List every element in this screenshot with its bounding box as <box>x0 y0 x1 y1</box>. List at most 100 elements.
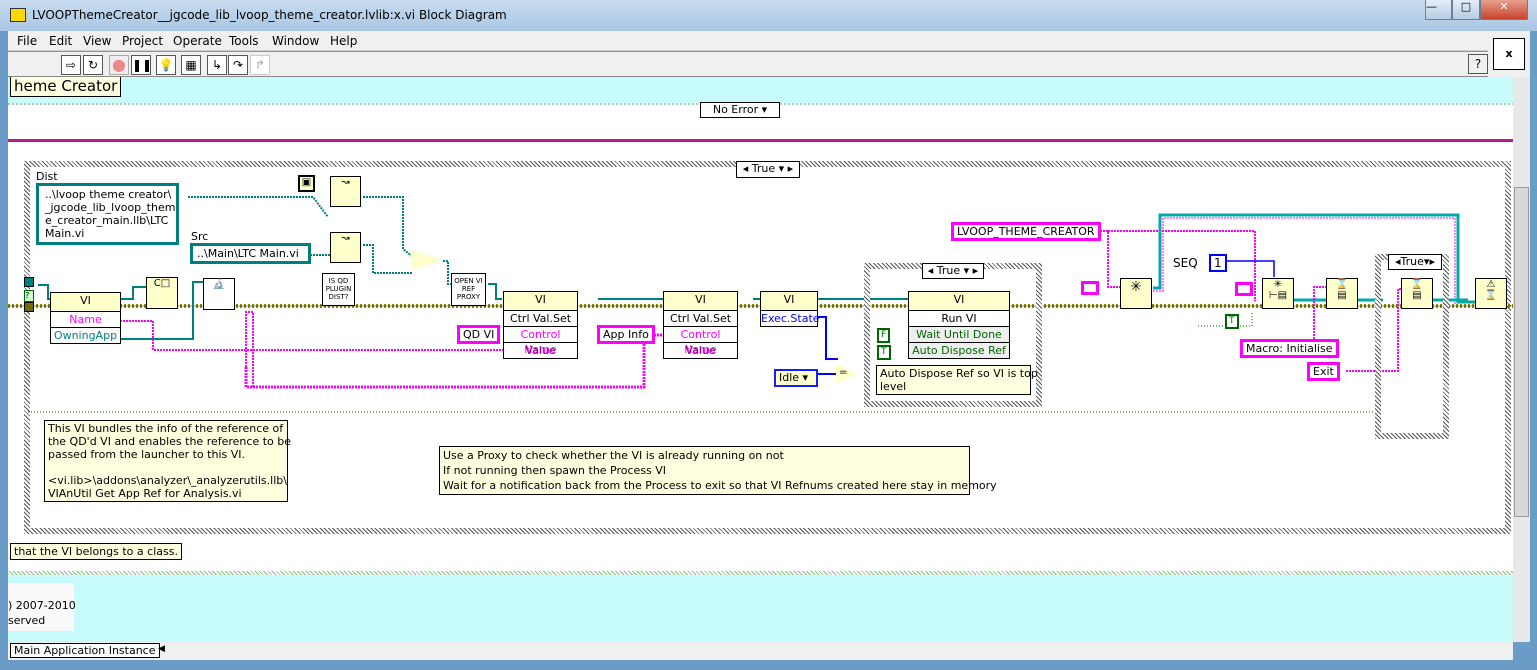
wires <box>8 196 1513 413</box>
empty-string-constant[interactable] <box>1081 281 1099 295</box>
enqueue-element-icon[interactable]: ⌛ ▤ <box>1401 278 1433 309</box>
exec-state-wire <box>818 316 838 360</box>
run-continuously-icon[interactable]: ↻ <box>83 55 103 75</box>
comment-class: that the VI belongs to a class. <box>10 543 182 560</box>
method-label: Run VI <box>909 310 1009 326</box>
scroll-left-icon[interactable]: ◀ <box>158 644 165 654</box>
case-selector-terminal: ? <box>24 290 34 302</box>
method-label: Ctrl Val.Set <box>664 310 737 326</box>
title-bar: LVOOPThemeCreator__jgcode_lib_lvoop_them… <box>0 0 1537 31</box>
menu-help[interactable]: Help <box>330 34 357 48</box>
dist-path-constant[interactable]: ..\lvoop theme creator\ _jgcode_lib_lvoo… <box>36 183 179 245</box>
step-into-icon[interactable]: ↳ <box>207 55 227 75</box>
maximize-button[interactable]: □ <box>1452 0 1480 20</box>
abort-icon[interactable]: ⬤ <box>109 55 129 75</box>
ref-tunnel <box>24 277 34 287</box>
true-constant[interactable]: T <box>1225 314 1239 329</box>
enqueue-element-icon[interactable]: ⌛ ▤ <box>1326 278 1358 309</box>
menu-project[interactable]: Project <box>122 34 163 48</box>
param-auto-dispose-ref: Auto Dispose Ref <box>909 342 1009 358</box>
minimize-button[interactable]: — <box>1425 0 1452 20</box>
method-label: Ctrl Val.Set <box>504 310 577 326</box>
class-label: VI <box>51 293 120 311</box>
case-label: True <box>1400 255 1424 268</box>
ctrl-val-set-invoke-node-1[interactable]: VI Ctrl Val.Set Control Name Value <box>503 291 578 359</box>
param-control-name: Control Name <box>664 326 737 356</box>
menu-tools[interactable]: Tools <box>229 34 259 48</box>
property-owningapp: OwningApp <box>51 327 120 343</box>
build-path-icon[interactable]: ↝ <box>330 176 361 207</box>
true-constant[interactable]: T <box>877 345 891 360</box>
application-instance[interactable]: Main Application Instance <box>10 643 160 658</box>
vertical-scrollbar[interactable] <box>1513 77 1530 642</box>
param-value: Value <box>664 342 737 358</box>
wait-on-notification-icon[interactable]: ⚠ ⌛ <box>1475 278 1507 309</box>
error-tunnel <box>24 302 34 312</box>
property-name: Name <box>51 311 120 327</box>
dist-label: Dist <box>36 170 58 183</box>
exec-state-property-node[interactable]: VI Exec.State <box>760 291 820 327</box>
macro-initialise-constant[interactable]: Macro: Initialise <box>1240 339 1339 358</box>
vi-icon-pane: x <box>1488 31 1530 77</box>
idle-enum-constant[interactable]: Idle ▾ <box>774 369 818 387</box>
run-vi-invoke-node[interactable]: VI Run VI Wait Until Done Auto Dispose R… <box>908 291 1010 359</box>
src-label: Src <box>191 230 209 243</box>
case-label: True <box>936 264 961 277</box>
close-button[interactable]: ✕ <box>1480 0 1528 20</box>
exit-string-constant[interactable]: Exit <box>1307 362 1340 381</box>
name-string-wire <box>120 320 503 351</box>
pause-icon[interactable]: ❚❚ <box>131 55 152 75</box>
build-path-icon[interactable]: ↝ <box>330 232 361 263</box>
obtain-notifier-icon[interactable]: ✳ <box>1120 278 1152 309</box>
is-qd-plugin-dist-subvi[interactable]: IS QD PLUGIN DIST? <box>322 273 355 306</box>
comment-proxy: Use a Proxy to check whether the VI is a… <box>439 446 997 495</box>
run-icon[interactable]: ⇨ <box>61 55 81 75</box>
cyan-frame-bottom <box>8 575 1513 642</box>
menu-edit[interactable]: Edit <box>49 34 72 48</box>
status-bar: Main Application Instance ◀ <box>8 642 1513 660</box>
ctrl-val-set-invoke-node-2[interactable]: VI Ctrl Val.Set Control Name Value <box>663 291 738 359</box>
src-path-constant[interactable]: ..\Main\LTC Main.vi <box>190 243 311 264</box>
vi-property-node[interactable]: VI Name OwningApp <box>50 292 121 344</box>
current-vi-path-icon: ▣ <box>298 175 315 192</box>
queue-name-constant[interactable]: LVOOP_THEME_CREATOR <box>951 222 1101 241</box>
right-case-selector[interactable]: ◂True▾▸ <box>1388 254 1442 270</box>
step-out-icon[interactable]: ↱ <box>250 55 270 75</box>
scroll-thumb[interactable] <box>1514 187 1529 517</box>
param-value: Value <box>504 342 577 358</box>
menu-bar: File Edit View Project Operate Tools Win… <box>8 31 1488 51</box>
labview-vi-icon <box>10 8 26 22</box>
seq-label: SEQ <box>1173 256 1198 270</box>
class-label: VI <box>909 292 1009 310</box>
obtain-queue-icon[interactable]: ✳ ⊢▤ <box>1262 278 1294 309</box>
menu-operate[interactable]: Operate <box>173 34 222 48</box>
highlight-execution-icon[interactable]: 💡 <box>156 55 176 75</box>
false-constant[interactable]: F <box>877 328 891 343</box>
vi-icon[interactable]: x <box>1493 38 1525 70</box>
menu-file[interactable]: File <box>17 34 37 48</box>
param-wait-until-done: Wait Until Done <box>909 326 1009 342</box>
context-help-button[interactable]: ? <box>1468 54 1488 74</box>
class-label: VI <box>504 292 577 310</box>
app-info-string-constant[interactable]: App Info <box>597 325 655 344</box>
comment-vi-bundles: This VI bundles the info of the referenc… <box>44 420 291 502</box>
qd-vi-string-constant[interactable]: QD VI <box>457 325 501 344</box>
menu-window[interactable]: Window <box>272 34 319 48</box>
block-diagram[interactable]: heme Creator No Error ▾ ◂ True ▾ ▸ ? Dis… <box>8 77 1513 642</box>
retain-wire-values-icon[interactable]: ▦ <box>181 55 201 75</box>
copyright-text: ) 2007-2010 served <box>8 583 76 631</box>
toolbar: ⇨ ↻ ⬤ ❚❚ 💡 ▦ ↳ ↷ ↱ ? <box>8 52 1488 77</box>
enum-value: Idle <box>779 371 800 384</box>
param-control-name: Control Name <box>504 326 577 356</box>
vi-analyzer-get-app-ref-icon[interactable]: 🔬 <box>203 278 235 310</box>
seq-numeric-constant[interactable]: 1 <box>1209 254 1227 272</box>
class-label: VI <box>664 292 737 310</box>
step-over-icon[interactable]: ↷ <box>228 55 248 75</box>
open-vi-ref-proxy-subvi[interactable]: OPEN VI REF PROXY <box>451 273 486 306</box>
property-exec-state: Exec.State <box>761 310 820 325</box>
to-more-specific-class-icon[interactable]: C□ <box>146 277 178 309</box>
window-title: LVOOPThemeCreator__jgcode_lib_lvoop_them… <box>32 8 507 22</box>
menu-view[interactable]: View <box>83 34 111 48</box>
empty-string-constant[interactable] <box>1235 282 1253 296</box>
inner-case-selector[interactable]: ◂ True ▾ ▸ <box>922 263 984 279</box>
